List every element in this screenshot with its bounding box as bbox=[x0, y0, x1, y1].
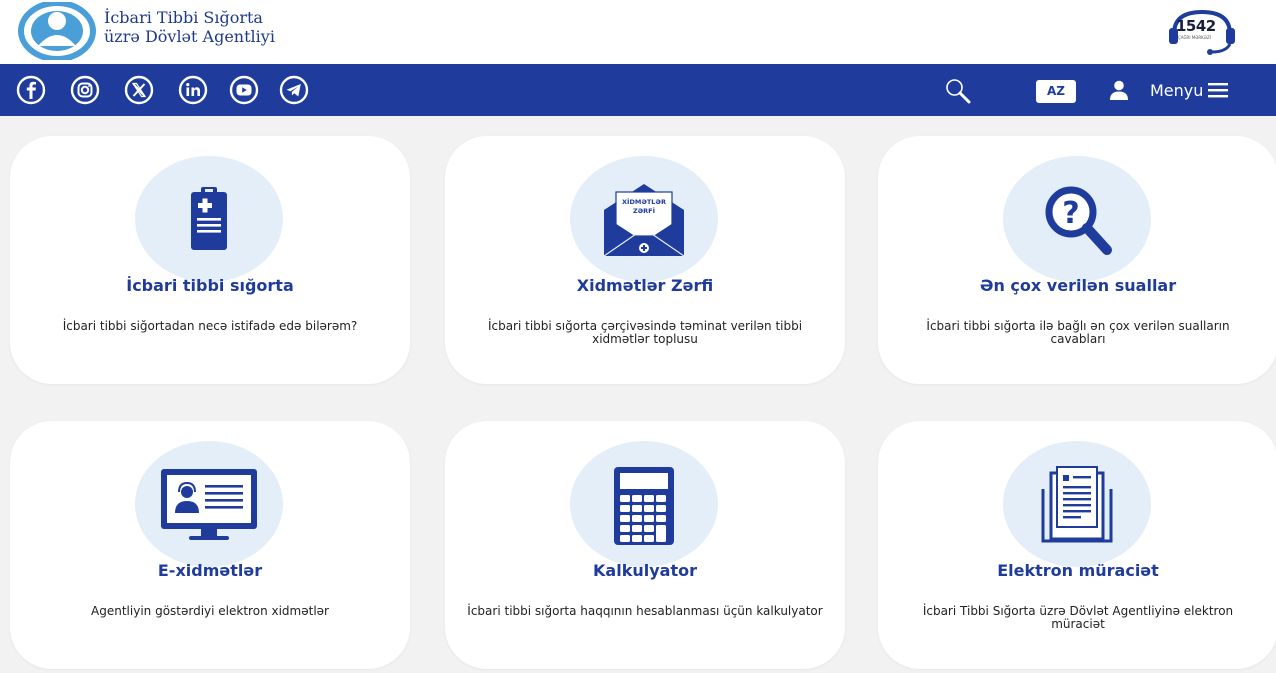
calculator-icon bbox=[614, 467, 674, 545]
calculator-key bbox=[620, 515, 630, 522]
nav-bar: AZ Menyu bbox=[0, 64, 1276, 116]
agency-name-line1: İcbari Tibbi Sığorta bbox=[104, 8, 263, 27]
card-title: Xidmətlər Zərfi bbox=[576, 276, 714, 295]
telegram-icon bbox=[279, 75, 309, 105]
card-title: İcbari tibbi sığorta bbox=[126, 276, 294, 295]
envelope-label-line2: ZƏRFİ bbox=[633, 206, 655, 215]
calculator-key bbox=[644, 515, 654, 522]
card-title: Kalkulyator bbox=[593, 561, 697, 580]
youtube-icon bbox=[229, 75, 259, 105]
card-icon-circle bbox=[1003, 441, 1151, 567]
card-calculator[interactable]: Kalkulyator İcbari tibbi sığorta haqqını… bbox=[445, 421, 845, 669]
calculator-key bbox=[656, 515, 666, 522]
calculator-key bbox=[620, 495, 630, 502]
instagram-icon bbox=[70, 75, 100, 105]
calculator-key bbox=[656, 505, 666, 512]
card-description: İcbari tibbi siğortadan necə istifadə ed… bbox=[62, 319, 358, 333]
calculator-key bbox=[644, 525, 654, 532]
menu-label: Menyu bbox=[1150, 80, 1204, 100]
card-icon-circle bbox=[135, 441, 283, 567]
magnifier-question-icon: ? bbox=[1045, 186, 1112, 255]
calculator-key bbox=[644, 505, 654, 512]
monitor-operator-icon bbox=[161, 469, 257, 540]
card-services-package[interactable]: XİDMƏTLƏR ZƏRFİ Xidmətlər Zərfi İcbari t… bbox=[445, 136, 845, 384]
x-twitter-link[interactable] bbox=[124, 75, 154, 105]
facebook-icon bbox=[16, 75, 46, 105]
agency-name-line2: üzrə Dövlət Agentliyi bbox=[104, 27, 275, 46]
calculator-key bbox=[656, 525, 666, 542]
call-center-badge[interactable]: 1542 ÇAĞRI MƏRKƏZİ bbox=[1166, 8, 1238, 56]
envelope-icon: XİDMƏTLƏR ZƏRFİ bbox=[603, 184, 685, 257]
user-account-button[interactable] bbox=[1108, 79, 1130, 101]
calculator-key bbox=[620, 535, 630, 542]
language-selector[interactable]: AZ bbox=[1036, 80, 1076, 103]
card-icon-circle: ? bbox=[1003, 156, 1151, 282]
calculator-key bbox=[620, 525, 630, 532]
svg-text:?: ? bbox=[1062, 196, 1079, 231]
telegram-link[interactable] bbox=[279, 75, 309, 105]
hamburger-icon bbox=[1208, 83, 1229, 98]
agency-logo-icon bbox=[18, 0, 96, 62]
card-description: Agentliyin göstərdiyi elektron xidmətlər bbox=[91, 604, 329, 618]
card-title: E-xidmətlər bbox=[157, 561, 263, 580]
call-center-number: 1542 bbox=[1176, 17, 1216, 35]
card-compulsory-insurance[interactable]: İcbari tibbi sığorta İcbari tibbi siğort… bbox=[10, 136, 410, 384]
card-description: İcbari tibbi sığorta ilə bağlı ən çox ve… bbox=[926, 319, 1230, 346]
calculator-key bbox=[632, 505, 642, 512]
menu-button[interactable]: Menyu bbox=[1150, 76, 1229, 104]
card-electronic-application[interactable]: Elektron müraciət İcbari Tibbi Sığorta ü… bbox=[878, 421, 1276, 669]
youtube-link[interactable] bbox=[229, 75, 259, 105]
card-icon-circle: XİDMƏTLƏR ZƏRFİ bbox=[570, 156, 718, 282]
card-icon-circle bbox=[570, 441, 718, 567]
calculator-key bbox=[656, 495, 666, 502]
card-title: Elektron müraciət bbox=[997, 561, 1159, 580]
card-faq[interactable]: ? Ən çox verilən suallar İcbari tibbi sı… bbox=[878, 136, 1276, 384]
search-icon bbox=[946, 79, 971, 104]
envelope-label-line1: XİDMƏTLƏR bbox=[622, 197, 666, 206]
facebook-link[interactable] bbox=[16, 75, 46, 105]
card-description: İcbari tibbi sığorta haqqının hesablanma… bbox=[467, 604, 823, 618]
agency-logo[interactable] bbox=[18, 0, 96, 62]
linkedin-icon bbox=[178, 75, 208, 105]
calculator-key bbox=[644, 495, 654, 502]
card-icon-circle bbox=[135, 156, 283, 282]
top-header: İcbari Tibbi Sığorta üzrə Dövlət Agentli… bbox=[0, 0, 1276, 64]
calculator-key bbox=[620, 505, 630, 512]
agency-name[interactable]: İcbari Tibbi Sığorta üzrə Dövlət Agentli… bbox=[104, 8, 275, 46]
linkedin-link[interactable] bbox=[178, 75, 208, 105]
card-e-services[interactable]: E-xidmətlər Agentliyin göstərdiyi elektr… bbox=[10, 421, 410, 669]
calculator-key bbox=[632, 495, 642, 502]
card-description: İcbari tibbi sığorta çərçivəsində təmina… bbox=[487, 319, 803, 346]
card-title: Ən çox verilən suallar bbox=[979, 276, 1177, 295]
clipboard-medical-icon bbox=[191, 187, 227, 250]
user-icon bbox=[1110, 80, 1128, 100]
call-center-caption: ÇAĞRI MƏRKƏZİ bbox=[1178, 35, 1211, 40]
calculator-key bbox=[632, 535, 642, 542]
document-application-icon bbox=[1041, 466, 1113, 543]
calculator-key bbox=[644, 535, 654, 542]
search-button[interactable] bbox=[944, 77, 972, 105]
card-description: İcbari Tibbi Sığorta üzrə Dövlət Agentli… bbox=[922, 604, 1234, 631]
instagram-link[interactable] bbox=[70, 75, 100, 105]
calculator-key bbox=[632, 515, 642, 522]
x-twitter-icon bbox=[124, 75, 154, 105]
services-grid: İcbari tibbi sığorta İcbari tibbi siğort… bbox=[0, 116, 1276, 673]
calculator-key bbox=[632, 525, 642, 532]
